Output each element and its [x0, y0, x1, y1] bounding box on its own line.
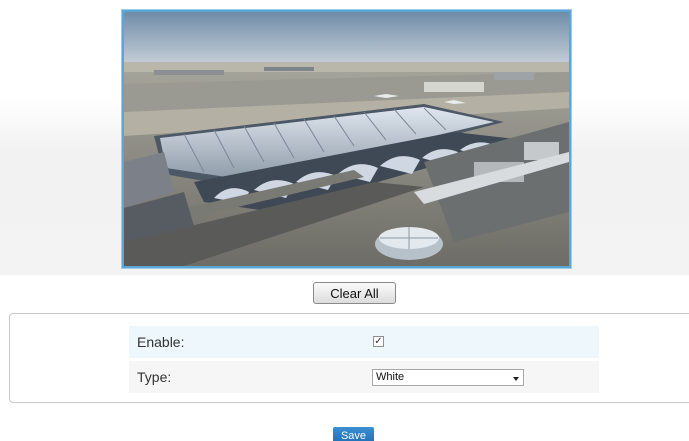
enable-cell: ✓ — [364, 326, 599, 358]
type-select-value: White — [376, 371, 405, 383]
type-label: Type: — [137, 369, 172, 385]
save-button[interactable]: Save — [333, 427, 374, 441]
enable-label: Enable: — [137, 334, 185, 350]
type-row: Type: White — [129, 361, 599, 393]
settings-panel: Enable: ✓ Type: White — [9, 313, 689, 403]
chevron-down-icon — [513, 377, 519, 381]
clear-all-button[interactable]: Clear All — [313, 282, 396, 304]
airport-image — [124, 12, 569, 266]
enable-row: Enable: ✓ — [129, 326, 599, 358]
type-select[interactable]: White — [372, 369, 524, 386]
check-mark-icon: ✓ — [374, 336, 383, 347]
enable-checkbox[interactable]: ✓ — [373, 336, 384, 347]
type-cell: White — [364, 361, 599, 393]
video-preview[interactable] — [122, 10, 571, 268]
page: Clear All Enable: ✓ Type: White Save — [0, 0, 689, 441]
